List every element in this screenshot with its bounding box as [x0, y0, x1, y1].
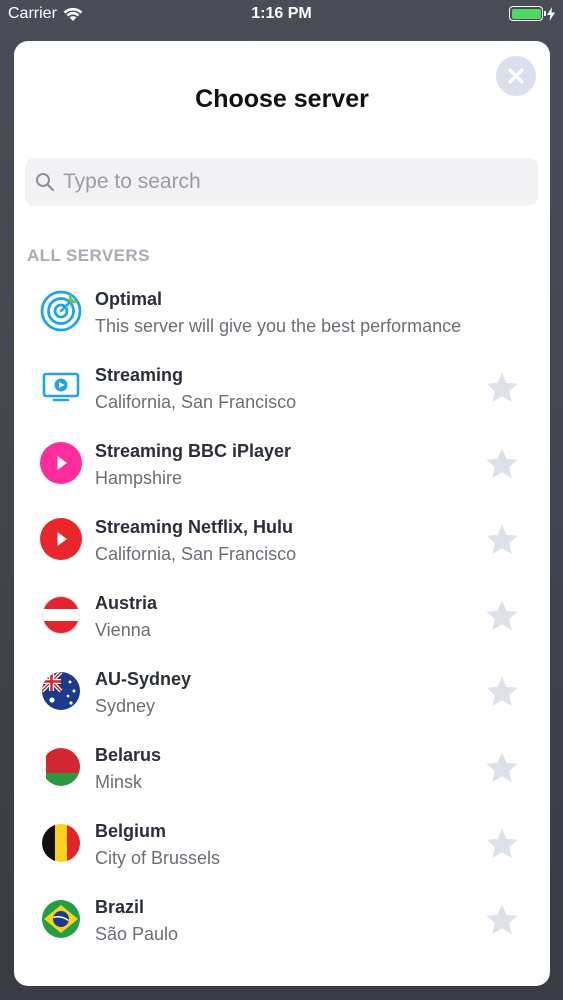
server-subtitle: Minsk: [95, 772, 143, 792]
server-name: Optimal: [95, 289, 163, 309]
server-row-brazil[interactable]: Brazil São Paulo: [14, 884, 550, 960]
star-icon[interactable]: [484, 750, 520, 786]
monitor-play-icon: [40, 366, 82, 408]
star-icon[interactable]: [484, 446, 520, 482]
brazil-flag-icon: [40, 898, 82, 940]
search-input[interactable]: [63, 170, 523, 194]
star-icon[interactable]: [484, 674, 520, 710]
choose-server-sheet: Choose server ALL SERVERS Optimal This s…: [14, 41, 550, 986]
status-time: 1:16 PM: [251, 5, 312, 22]
server-row-au-sydney[interactable]: AU-Sydney Sydney: [14, 656, 550, 732]
server-row-optimal[interactable]: Optimal This server will give you the be…: [14, 276, 550, 352]
pink-play-icon: [40, 442, 82, 484]
belarus-flag-icon: [40, 746, 82, 788]
red-play-icon: [40, 518, 82, 560]
status-bar: Carrier 1:16 PM: [0, 0, 563, 30]
server-list: Optimal This server will give you the be…: [14, 276, 550, 960]
server-name: AU-Sydney: [95, 669, 192, 689]
server-row-bbc-iplayer[interactable]: Streaming BBC iPlayer Hampshire: [14, 428, 550, 504]
server-subtitle: California, San Francisco: [95, 544, 297, 564]
server-row-streaming[interactable]: Streaming California, San Francisco: [14, 352, 550, 428]
server-name: Streaming Netflix, Hulu: [95, 517, 294, 537]
star-icon[interactable]: [484, 826, 520, 862]
star-icon[interactable]: [484, 598, 520, 634]
server-row-netflix-hulu[interactable]: Streaming Netflix, Hulu California, San …: [14, 504, 550, 580]
server-subtitle: This server will give you the best perfo…: [95, 316, 462, 336]
server-row-austria[interactable]: Austria Vienna: [14, 580, 550, 656]
server-subtitle: Sydney: [95, 696, 156, 716]
star-icon[interactable]: [484, 522, 520, 558]
target-icon: [40, 290, 82, 332]
belgium-flag-icon: [40, 822, 82, 864]
star-icon[interactable]: [484, 902, 520, 938]
page-title: Choose server: [195, 85, 369, 113]
server-name: Streaming BBC iPlayer: [95, 441, 292, 461]
search-box[interactable]: [25, 158, 538, 206]
server-name: Brazil: [95, 897, 145, 917]
server-row-belarus[interactable]: Belarus Minsk: [14, 732, 550, 808]
close-x-icon: [508, 68, 524, 84]
server-subtitle: California, San Francisco: [95, 392, 297, 412]
battery-icon: [509, 6, 546, 21]
server-name: Streaming: [95, 365, 184, 385]
server-name: Belarus: [95, 745, 162, 765]
australia-flag-icon: [40, 670, 82, 712]
server-subtitle: São Paulo: [95, 924, 179, 944]
battery-indicator: [509, 6, 555, 21]
server-subtitle: Vienna: [95, 620, 151, 640]
austria-flag-icon: [40, 594, 82, 636]
server-subtitle: Hampshire: [95, 468, 183, 488]
server-subtitle: City of Brussels: [95, 848, 221, 868]
charging-bolt-icon: [547, 6, 555, 21]
server-row-belgium[interactable]: Belgium City of Brussels: [14, 808, 550, 884]
server-name: Austria: [95, 593, 158, 613]
star-icon[interactable]: [484, 370, 520, 406]
search-icon: [36, 173, 55, 192]
section-header-all-servers: ALL SERVERS: [27, 246, 150, 265]
server-name: Belgium: [95, 821, 167, 841]
